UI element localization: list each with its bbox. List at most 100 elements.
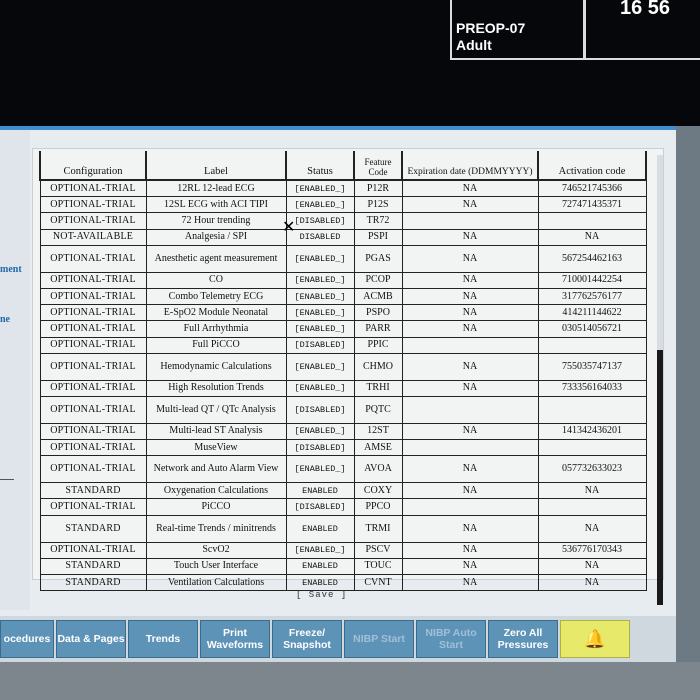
- table-row[interactable]: OPTIONAL-TRIAL CO [ENABLED_] PCOP NA 71000144…: [39, 271, 647, 289]
- monitor-header: PREOP-07 Adult 16 56: [0, 0, 700, 128]
- table-row[interactable]: OPTIONAL-TRIAL Hemodynamic Calculations [E…: [39, 352, 647, 381]
- status-cell[interactable]: [DISABLED]: [285, 498, 355, 516]
- status-cell[interactable]: [DISABLED]: [285, 395, 355, 424]
- status-cell[interactable]: [ENABLED_]: [285, 271, 355, 289]
- table-row[interactable]: OPTIONAL-TRIAL Anesthetic agent measureme…: [39, 244, 647, 273]
- left-menu-item-2[interactable]: ne: [0, 314, 10, 325]
- status-cell[interactable]: [ENABLED_]: [285, 455, 355, 484]
- config-cell: OPTIONAL-TRIAL: [39, 287, 147, 306]
- status-cell[interactable]: [ENABLED_]: [285, 379, 355, 397]
- expiration-cell: [401, 396, 539, 424]
- softkey-5[interactable]: NIBP Start: [344, 620, 414, 658]
- softkey-1[interactable]: Data & Pages: [56, 620, 126, 658]
- status-cell[interactable]: ENABLED: [285, 482, 355, 500]
- config-cell: OPTIONAL-TRIAL: [39, 352, 147, 381]
- status-cell[interactable]: [ENABLED_]: [285, 244, 355, 273]
- activation-cell: 057732633023: [537, 455, 647, 484]
- table-row[interactable]: OPTIONAL-TRIAL 12SL ECG with ACI TIPI [ENA…: [39, 196, 647, 214]
- table-row[interactable]: NOT-AVAILABLE Analgesia / SPI DISABLED PSPI…: [39, 228, 647, 246]
- status-cell[interactable]: [ENABLED_]: [285, 304, 355, 322]
- expiration-cell: [401, 498, 539, 516]
- expiration-cell: NA: [401, 304, 539, 322]
- table-row[interactable]: OPTIONAL-TRIAL Network and Auto Alarm Vie…: [39, 455, 647, 484]
- table-row[interactable]: OPTIONAL-TRIAL MuseView [DISABLED] AMSE: [39, 439, 647, 457]
- status-cell[interactable]: ENABLED: [285, 573, 355, 592]
- status-cell[interactable]: [ENABLED_]: [285, 179, 355, 198]
- feature-code-cell: P12R: [353, 179, 403, 198]
- expiration-cell: NA: [401, 229, 539, 246]
- table-row[interactable]: OPTIONAL-TRIAL 72 Hour trending [DISABLED]…: [39, 212, 647, 230]
- clock-time: 16 56: [620, 0, 671, 19]
- label-cell: PiCCO: [145, 498, 287, 516]
- activation-cell: [537, 212, 647, 230]
- label-cell: Real-time Trends / minitrends: [145, 514, 287, 543]
- status-cell[interactable]: [ENABLED_]: [285, 422, 355, 441]
- table-row[interactable]: OPTIONAL-TRIAL Combo Telemetry ECG [ENABLE…: [39, 287, 647, 306]
- expiration-cell: NA: [401, 180, 539, 198]
- table-row[interactable]: OPTIONAL-TRIAL Multi-lead ST Analysis [ENA…: [39, 422, 647, 441]
- softkey-3[interactable]: Print Waveforms: [200, 620, 270, 658]
- label-cell: Hemodynamic Calculations: [145, 352, 287, 381]
- table-row[interactable]: OPTIONAL-TRIAL E-SpO2 Module Neonatal [ENA…: [39, 304, 647, 322]
- activation-cell: [537, 337, 647, 354]
- label-cell: ScvO2: [145, 541, 287, 559]
- expiration-cell: NA: [401, 482, 539, 500]
- status-cell[interactable]: [DISABLED]: [285, 212, 355, 230]
- col-header-status: Status: [285, 151, 355, 181]
- table-row[interactable]: STANDARD Real-time Trends / minitrends ENA…: [39, 514, 647, 543]
- feature-table: Configuration Label Status Feature Code …: [39, 151, 647, 592]
- config-cell: OPTIONAL-TRIAL: [39, 336, 147, 354]
- patient-id: PREOP-07: [456, 20, 526, 36]
- table-row[interactable]: OPTIONAL-TRIAL ScvO2 [ENABLED_] PSCV NA 53677…: [39, 541, 647, 559]
- status-cell[interactable]: [ENABLED_]: [285, 541, 355, 559]
- activation-cell: 727471435371: [537, 196, 647, 214]
- table-row[interactable]: OPTIONAL-TRIAL High Resolution Trends [ENA…: [39, 379, 647, 397]
- softkey-4[interactable]: Freeze/ Snapshot: [272, 620, 342, 658]
- status-cell[interactable]: DISABLED: [285, 228, 355, 246]
- label-cell: CO: [145, 271, 287, 289]
- table-row[interactable]: STANDARD Oxygenation Calculations ENABLED C…: [39, 482, 647, 500]
- softkey-0[interactable]: ocedures: [0, 620, 54, 658]
- close-x-icon[interactable]: ✕: [282, 217, 295, 236]
- status-cell[interactable]: [DISABLED]: [285, 336, 355, 354]
- feature-code-cell: PQTC: [353, 395, 403, 424]
- activation-cell: 755035747137: [537, 353, 647, 381]
- status-cell[interactable]: ENABLED: [285, 514, 355, 543]
- table-row[interactable]: OPTIONAL-TRIAL 12RL 12-lead ECG [ENABLED_]…: [39, 179, 647, 198]
- patient-info-box[interactable]: PREOP-07 Adult: [450, 0, 585, 60]
- feature-code-cell: PARR: [353, 320, 403, 338]
- left-menu-item-1[interactable]: ment: [0, 264, 22, 275]
- col-header-feature-code: Feature Code: [353, 151, 403, 181]
- status-cell[interactable]: [DISABLED]: [285, 439, 355, 457]
- activation-cell: 567254462163: [537, 245, 647, 273]
- activation-cell: NA: [537, 229, 647, 246]
- feature-code-cell: TR72: [353, 212, 403, 230]
- table-row[interactable]: OPTIONAL-TRIAL Multi-lead QT / QTc Analys…: [39, 395, 647, 424]
- config-cell: OPTIONAL-TRIAL: [39, 196, 147, 214]
- label-cell: Network and Auto Alarm View: [145, 455, 287, 484]
- expiration-cell: [401, 337, 539, 354]
- status-cell[interactable]: [ENABLED_]: [285, 287, 355, 306]
- config-cell: OPTIONAL-TRIAL: [39, 320, 147, 338]
- status-cell[interactable]: ENABLED: [285, 557, 355, 576]
- alarm-silence-icon[interactable]: 🔔: [560, 620, 630, 658]
- scrollbar-thumb[interactable]: [657, 350, 663, 605]
- expiration-cell: NA: [401, 515, 539, 543]
- softkey-2[interactable]: Trends: [128, 620, 198, 658]
- feature-code-cell: PSPO: [353, 304, 403, 322]
- table-row[interactable]: STANDARD Touch User Interface ENABLED TOUC N…: [39, 557, 647, 576]
- label-cell: High Resolution Trends: [145, 379, 287, 397]
- table-row[interactable]: OPTIONAL-TRIAL PiCCO [DISABLED] PPCO: [39, 498, 647, 516]
- table-row[interactable]: OPTIONAL-TRIAL Full Arrhythmia [ENABLED_] P…: [39, 320, 647, 338]
- config-cell: OPTIONAL-TRIAL: [39, 212, 147, 230]
- status-cell[interactable]: [ENABLED_]: [285, 320, 355, 338]
- status-cell[interactable]: [ENABLED_]: [285, 352, 355, 381]
- status-cell[interactable]: [ENABLED_]: [285, 196, 355, 214]
- table-row[interactable]: STANDARD Ventilation Calculations ENABLED C…: [39, 573, 647, 592]
- softkey-7[interactable]: Zero All Pressures: [488, 620, 558, 658]
- table-row[interactable]: OPTIONAL-TRIAL Full PiCCO [DISABLED] PPIC: [39, 336, 647, 354]
- softkey-6[interactable]: NIBP Auto Start: [416, 620, 486, 658]
- label-cell: Combo Telemetry ECG: [145, 287, 287, 306]
- config-cell: OPTIONAL-TRIAL: [39, 395, 147, 424]
- save-button[interactable]: [ Save ]: [296, 590, 347, 600]
